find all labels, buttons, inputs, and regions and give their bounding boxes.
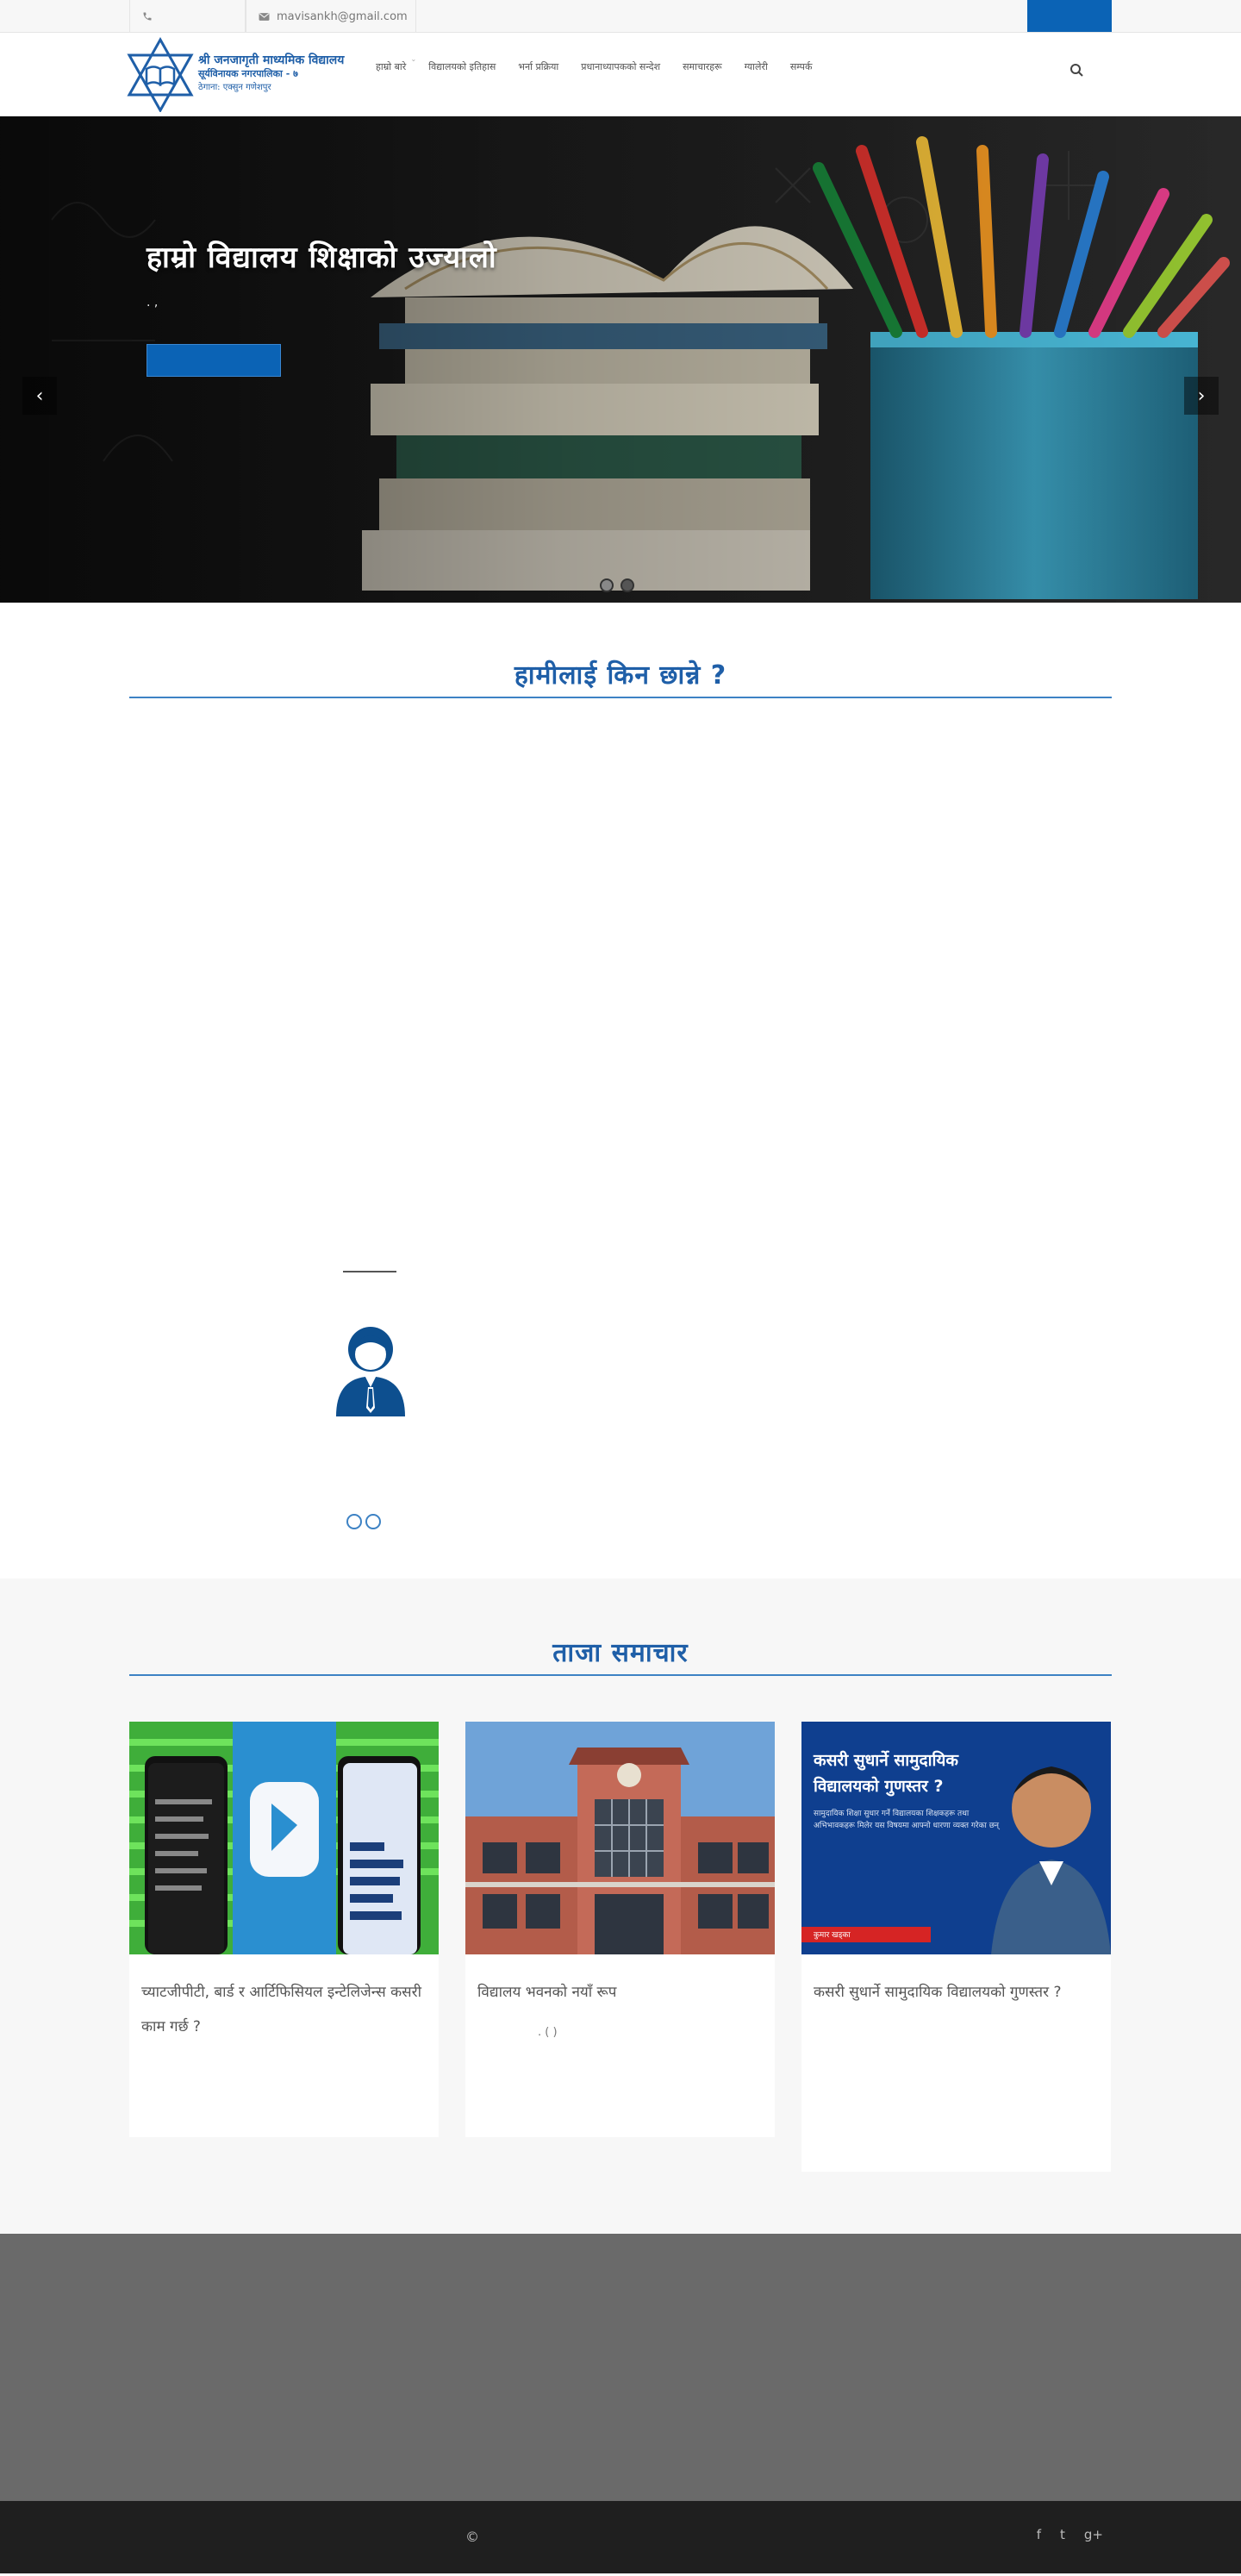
person-avatar-icon	[336, 1327, 405, 1416]
news-card[interactable]: कसरी सुधार्ने सामुदायिक विद्यालयको गुणस्…	[801, 1722, 1111, 2172]
slider-next-button[interactable]: ›	[1184, 377, 1219, 415]
hero-subtitle: . ,	[147, 296, 159, 309]
news-card[interactable]: च्याटजीपीटी, बार्ड र आर्टिफिसियल इन्टेलि…	[129, 1722, 439, 2137]
slider-dots	[600, 578, 634, 592]
image-name-tag: कुमार खड्का	[814, 1931, 851, 1940]
school-building-image	[465, 1722, 775, 1954]
section-title-why: हामीलाई किन छान्ने ?	[514, 660, 727, 691]
slider-prev-button[interactable]: ‹	[22, 377, 57, 415]
top-bar: mavisankh@gmail.com	[0, 0, 1241, 33]
search-icon[interactable]	[1069, 62, 1086, 79]
chevron-left-icon: ‹	[35, 385, 44, 407]
nav-item-admission[interactable]: भर्ना प्रक्रिया	[518, 53, 571, 80]
testimonial-dot[interactable]	[346, 1514, 362, 1529]
nav-item-label: सम्पर्क	[789, 61, 813, 72]
nav-item-principal-message[interactable]: प्रधानाध्यापकको सन्देश	[581, 53, 672, 80]
main-nav: हाम्रो बारे ⌄ विद्यालयको इतिहास भर्ना प्र…	[376, 53, 834, 80]
star-book-logo-icon	[127, 36, 194, 112]
hero-title: हाम्रो विद्यालय शिक्षाको उज्यालो	[147, 241, 497, 275]
nav-item-label: प्रधानाध्यापकको सन्देश	[581, 61, 661, 72]
image-body-text: सामुदायिक शिक्षा सुधार गर्ने विद्यालयका …	[814, 1810, 1000, 1830]
nav-item-history[interactable]: विद्यालयको इतिहास	[428, 53, 508, 80]
email-contact[interactable]: mavisankh@gmail.com	[246, 0, 416, 33]
news-cards: च्याटजीपीटी, बार्ड र आर्टिफिसियल इन्टेलि…	[129, 1722, 1112, 2172]
google-plus-icon[interactable]: g+	[1084, 2527, 1103, 2542]
caret-down-icon: ⌄	[410, 55, 417, 63]
hero-slider: हाम्रो विद्यालय शिक्षाको उज्यालो . , ‹ ›	[0, 116, 1241, 603]
logo-address: ठेगाना: एक्सुन गणेशपुर	[198, 83, 271, 92]
site-footer: © f t g+	[0, 2501, 1241, 2573]
nav-item-news[interactable]: समाचारहरू	[683, 53, 734, 80]
nav-item-about[interactable]: हाम्रो बारे ⌄	[376, 53, 418, 80]
chevron-right-icon: ›	[1197, 385, 1206, 407]
social-links: f t g+	[1037, 2527, 1103, 2542]
nav-item-label: विद्यालयको इतिहास	[428, 61, 496, 72]
news-card-image[interactable]	[129, 1722, 439, 1954]
testimonial-dot[interactable]	[365, 1514, 381, 1529]
image-headline: कसरी सुधार्ने सामुदायिक विद्यालयको गुणस्…	[814, 1751, 959, 1796]
school-logo[interactable]: श्री जनजागृती माध्यमिक विद्यालय सूर्यविन…	[124, 36, 344, 112]
news-card[interactable]: विद्यालय भवनको नयाँ रूप . ( )	[465, 1722, 775, 2137]
section-title-news: ताजा समाचार	[552, 1638, 689, 1668]
news-card-image[interactable]	[465, 1722, 775, 1954]
phone-icon	[143, 12, 152, 21]
copyright-text: ©	[465, 2529, 479, 2545]
facebook-icon[interactable]: f	[1037, 2527, 1041, 2542]
nav-item-gallery[interactable]: ग्यालेरी	[745, 53, 780, 80]
nav-item-label: ग्यालेरी	[744, 61, 768, 72]
news-card-title[interactable]: कसरी सुधार्ने सामुदायिक विद्यालयको गुणस्…	[814, 1975, 1099, 2010]
site-header: श्री जनजागृती माध्यमिक विद्यालय सूर्यविन…	[0, 33, 1241, 116]
phones-ai-image	[129, 1722, 439, 1954]
nav-item-contact[interactable]: सम्पर्क	[790, 53, 825, 80]
logo-school-name: श्री जनजागृती माध्यमिक विद्यालय	[198, 53, 345, 67]
nav-item-label: समाचारहरू	[683, 61, 722, 72]
twitter-icon[interactable]: t	[1060, 2527, 1065, 2542]
slider-dot[interactable]	[600, 578, 614, 592]
envelope-icon	[259, 12, 270, 21]
news-card-title[interactable]: विद्यालय भवनको नयाँ रूप	[477, 1975, 763, 2010]
news-card-title[interactable]: च्याटजीपीटी, बार्ड र आर्टिफिसियल इन्टेलि…	[141, 1975, 427, 2044]
email-address: mavisankh@gmail.com	[277, 9, 408, 23]
top-action-button[interactable]	[1027, 0, 1112, 32]
testimonial-dots	[346, 1514, 381, 1529]
slider-dot[interactable]	[620, 578, 634, 592]
nav-item-label: भर्ना प्रक्रिया	[518, 61, 559, 72]
phone-contact[interactable]	[129, 0, 246, 33]
section-divider	[129, 697, 1112, 698]
latest-news-section: ताजा समाचार च्याटजीपीटी, बार्ड र आर्टिफि…	[0, 1579, 1241, 2234]
footer-widgets-area	[0, 2234, 1241, 2501]
nav-item-label: हाम्रो बारे	[376, 61, 407, 72]
hero-cta-button[interactable]	[147, 344, 281, 377]
hero-content: हाम्रो विद्यालय शिक्षाको उज्यालो . ,	[147, 234, 595, 377]
news-card-image[interactable]: कसरी सुधार्ने सामुदायिक विद्यालयको गुणस्…	[801, 1722, 1111, 1954]
logo-municipality: सूर्यविनायक नगरपालिका - ७	[198, 68, 298, 79]
testimonial-divider	[343, 1271, 396, 1272]
news-card-excerpt: . ( )	[538, 2026, 558, 2039]
why-choose-us-section: हामीलाई किन छान्ने ?	[0, 603, 1241, 1579]
section-divider	[129, 1674, 1112, 1676]
